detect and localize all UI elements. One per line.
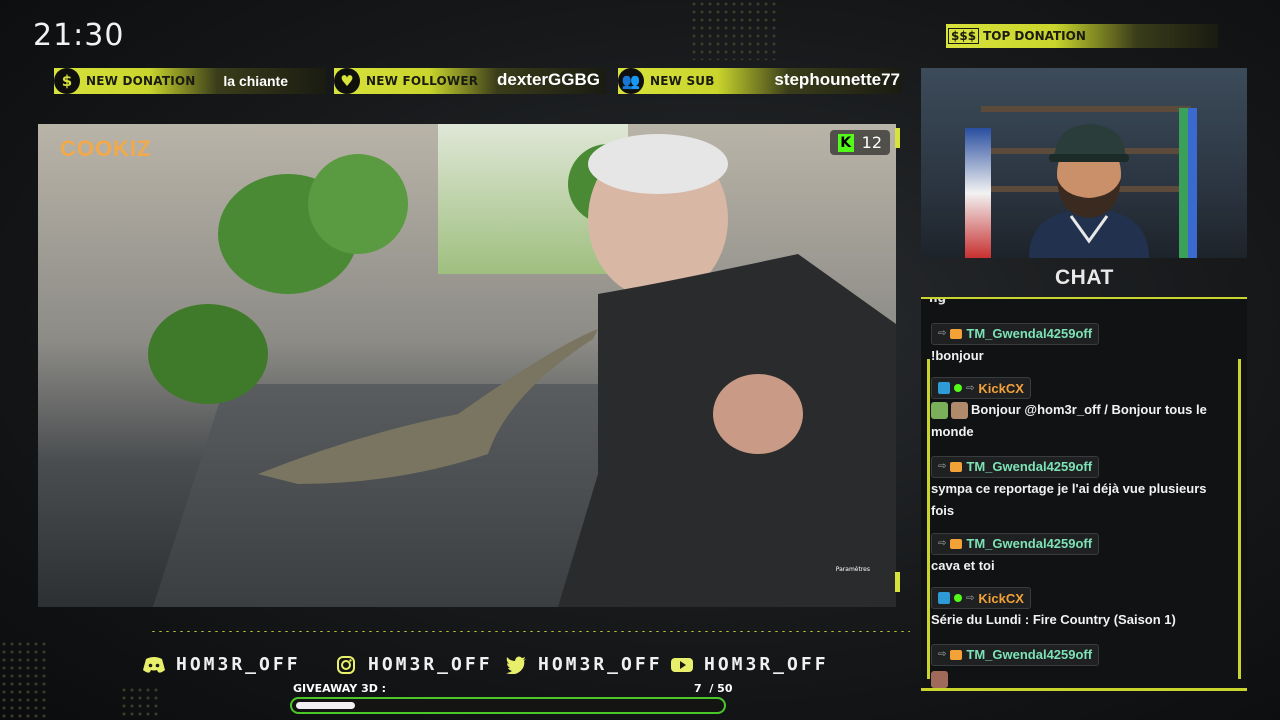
chat-message: ⇨ TM_Gwendal4259off cava et toi [931, 531, 1231, 577]
giveaway-progress-fill [296, 702, 355, 709]
chat-edge-left [927, 359, 930, 679]
alert-value: la chiante [223, 73, 288, 89]
crown-icon [950, 461, 963, 472]
chat-username: TM_Gwendal4259off [966, 459, 1093, 474]
video-scene [148, 134, 896, 607]
alert-label: NEW SUB [650, 74, 715, 88]
chat-username: TM_Gwendal4259off [966, 647, 1093, 662]
chat-username-badge[interactable]: ⇨ TM_Gwendal4259off [931, 455, 1100, 478]
top-donation-label: TOP DONATION [983, 29, 1086, 43]
arrow-icon: ⇨ [966, 592, 975, 604]
chat-username: KickCX [978, 590, 1024, 606]
dot-pattern-bottom [120, 686, 160, 720]
heart-icon: ♥ [334, 68, 360, 94]
money-icon: $$$ [948, 28, 980, 44]
arrow-icon: ⇨ [966, 382, 975, 394]
social-handle: HOM3R_OFF [368, 654, 493, 675]
chat-username-badge[interactable]: ⇨ KickCX [931, 587, 1031, 609]
dino-emote-icon [931, 402, 948, 420]
chat-cut-text: ng [929, 297, 947, 305]
chat-message-text: sympa ce reportage je l'ai déjà vue plus… [931, 480, 1207, 518]
face-emote-icon [951, 402, 968, 420]
crown-icon [950, 538, 963, 549]
chat-username: TM_Gwendal4259off [966, 326, 1093, 341]
twitter-icon [504, 655, 528, 675]
stream-video[interactable]: COOKIZ K 12 Paramètres [38, 124, 896, 607]
chat-username-badge[interactable]: ⇨ TM_Gwendal4259off [931, 643, 1100, 666]
crown-icon [950, 328, 963, 339]
clock: 21:30 [33, 18, 125, 53]
arrow-icon: ⇨ [938, 328, 947, 339]
social-twitter[interactable]: HOM3R_OFF [504, 654, 663, 675]
chat-edge-right [1238, 359, 1241, 679]
alert-new-follower: ♥ NEW FOLLOWER dexterGGBG [334, 68, 606, 94]
emote-icon [931, 670, 948, 688]
alert-new-donation: $ NEW DONATION la chiante [54, 68, 326, 94]
top-donation-bar: $$$ TOP DONATION [946, 24, 1218, 48]
alert-label: NEW FOLLOWER [366, 74, 479, 88]
divider-line [150, 630, 910, 633]
dot-pattern-left [0, 640, 50, 720]
chat-message: ⇨ TM_Gwendal4259off !bonjour [931, 321, 1231, 367]
social-discord[interactable]: HOM3R_OFF [142, 654, 301, 675]
chat-username-badge[interactable]: ⇨ TM_Gwendal4259off [931, 322, 1100, 345]
chat-username-badge[interactable]: ⇨ TM_Gwendal4259off [931, 532, 1100, 555]
chat-message-text: !bonjour [931, 347, 984, 363]
chat-message-text: cava et toi [931, 557, 995, 573]
cam-shelf [981, 106, 1191, 112]
chat-username: KickCX [978, 380, 1024, 396]
alert-value: stephounette77 [774, 70, 900, 89]
frame-corner-br [895, 572, 900, 592]
social-handle: HOM3R_OFF [538, 654, 663, 675]
chat-message-body: Bonjour @hom3r_off / Bonjour tous le mon… [931, 402, 1207, 439]
video-settings-label[interactable]: Paramètres [836, 566, 870, 573]
viewer-count-badge: K 12 [829, 130, 890, 155]
users-icon: 👥 [618, 68, 644, 94]
chat-message-text: Série du Lundi : Fire Country (Saison 1) [931, 612, 1176, 627]
chat-title: CHAT [1055, 266, 1114, 289]
giveaway-count: 7 / 50 [694, 682, 733, 695]
moderator-icon [938, 382, 950, 394]
moderator-icon [938, 592, 950, 604]
crown-icon [950, 649, 963, 660]
cam-flag [965, 128, 991, 258]
social-instagram[interactable]: HOM3R_OFF [334, 654, 493, 675]
arrow-icon: ⇨ [938, 538, 947, 549]
social-youtube[interactable]: HOM3R_OFF [670, 654, 829, 675]
chat-message: ⇨ TM_Gwendal4259off [931, 642, 1231, 689]
viewer-count: 12 [861, 133, 882, 152]
frame-corner-tr [895, 128, 900, 148]
dollar-icon: $ [54, 68, 80, 94]
chat-message-text [931, 668, 1231, 689]
chat-message-text: Bonjour @hom3r_off / Bonjour tous le mon… [931, 399, 1231, 443]
kick-icon: K [837, 133, 854, 152]
verified-icon [954, 384, 962, 392]
alert-label: NEW DONATION [86, 74, 196, 88]
brand-logo: COOKIZ [60, 136, 152, 161]
webcam-feed [921, 68, 1247, 258]
streamer-avatar [1029, 124, 1149, 258]
alert-value: dexterGGBG [497, 70, 600, 89]
discord-icon [142, 655, 166, 675]
chat-message: ⇨ KickCX Série du Lundi : Fire Country (… [931, 587, 1231, 631]
chat-message: ⇨ KickCX Bonjour @hom3r_off / Bonjour to… [931, 377, 1231, 443]
giveaway-progress-bar [290, 697, 726, 714]
youtube-icon [670, 655, 694, 675]
chat-message: ⇨ TM_Gwendal4259off sympa ce reportage j… [931, 454, 1231, 522]
arrow-icon: ⇨ [938, 461, 947, 472]
social-handle: HOM3R_OFF [704, 654, 829, 675]
instagram-icon [334, 655, 358, 675]
chat-username-badge[interactable]: ⇨ KickCX [931, 377, 1031, 399]
dot-pattern-top [690, 0, 780, 60]
chat-panel: ng ⇨ TM_Gwendal4259off !bonjour ⇨ KickCX… [921, 297, 1247, 691]
alert-new-sub: 👥 NEW SUB stephounette77 [618, 68, 902, 94]
verified-icon [954, 594, 962, 602]
arrow-icon: ⇨ [938, 649, 947, 660]
cam-flag [1179, 108, 1197, 258]
giveaway-label: GIVEAWAY 3D : [293, 682, 387, 695]
social-handle: HOM3R_OFF [176, 654, 301, 675]
chat-username: TM_Gwendal4259off [966, 536, 1093, 551]
